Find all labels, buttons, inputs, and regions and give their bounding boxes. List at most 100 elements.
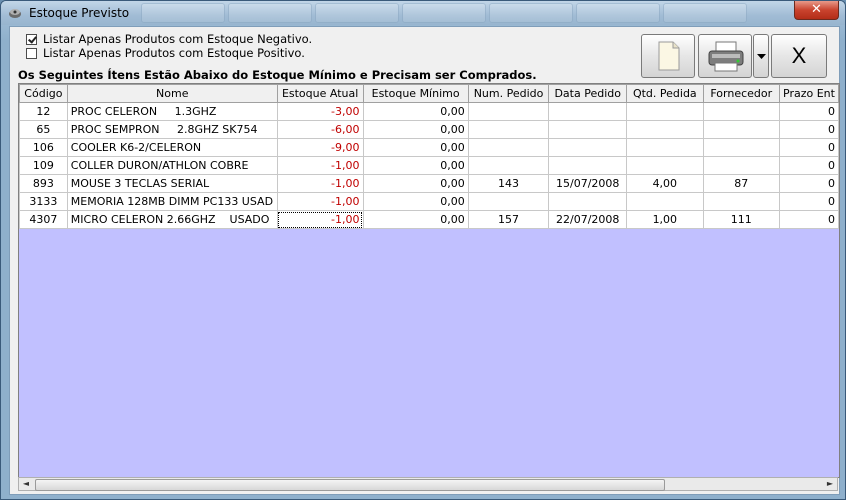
cell-data-pedido[interactable] — [548, 138, 628, 157]
window-title: Estoque Previsto — [29, 6, 130, 20]
cell-num-pedido[interactable]: 157 — [467, 210, 550, 229]
window: Estoque Previsto ✕ Listar Apenas Produto… — [0, 0, 846, 500]
table-row[interactable]: 4307 MICRO CELERON 2.66GHZ USADO -1,00 0… — [19, 210, 839, 229]
cell-num-pedido[interactable] — [467, 102, 550, 121]
cell-qtd-pedida[interactable]: 4,00 — [626, 174, 704, 193]
cell-codigo[interactable]: 109 — [19, 156, 68, 175]
column-header[interactable]: Prazo Ent — [778, 84, 839, 103]
cell-prazo-ent[interactable]: 0 — [778, 174, 839, 193]
cell-qtd-pedida[interactable]: 1,00 — [626, 210, 704, 229]
scroll-thumb[interactable] — [35, 479, 665, 491]
print-button[interactable] — [698, 34, 752, 78]
cell-prazo-ent[interactable]: 0 — [778, 192, 839, 211]
cell-estoque-minimo[interactable]: 0,00 — [362, 210, 469, 229]
cell-estoque-minimo[interactable]: 0,00 — [362, 102, 469, 121]
cell-data-pedido[interactable]: 15/07/2008 — [548, 174, 628, 193]
scroll-right-arrow[interactable]: ► — [823, 478, 837, 490]
cell-codigo[interactable]: 12 — [19, 102, 68, 121]
column-header[interactable]: Fornecedor — [702, 84, 780, 103]
negative-stock-checkbox[interactable] — [26, 33, 37, 45]
column-header[interactable]: Qtd. Pedida — [626, 84, 704, 103]
cell-estoque-atual[interactable]: -6,00 — [276, 120, 364, 139]
cell-estoque-minimo[interactable]: 0,00 — [362, 156, 469, 175]
column-header[interactable]: Nome — [66, 84, 278, 103]
cell-fornecedor[interactable] — [702, 138, 780, 157]
cell-nome[interactable]: COOLER K6-2/CELERON — [66, 138, 278, 157]
cell-num-pedido[interactable] — [467, 192, 550, 211]
cell-codigo[interactable]: 106 — [19, 138, 68, 157]
cell-nome[interactable]: MICRO CELERON 2.66GHZ USADO — [66, 210, 278, 229]
document-icon — [658, 41, 680, 71]
positive-stock-option[interactable]: Listar Apenas Produtos com Estoque Posit… — [26, 46, 305, 60]
cell-fornecedor[interactable] — [702, 102, 780, 121]
cell-qtd-pedida[interactable] — [626, 120, 704, 139]
cell-fornecedor[interactable] — [702, 192, 780, 211]
cell-nome[interactable]: MEMORIA 128MB DIMM PC133 USAD — [66, 192, 278, 211]
cell-codigo[interactable]: 3133 — [19, 192, 68, 211]
cell-data-pedido[interactable] — [548, 102, 628, 121]
cell-estoque-atual[interactable]: -1,00 — [276, 174, 364, 193]
table-row[interactable]: 12 PROC CELERON 1.3GHZ -3,00 0,00 0 — [19, 102, 839, 121]
cell-codigo[interactable]: 4307 — [19, 210, 68, 229]
cell-qtd-pedida[interactable] — [626, 102, 704, 121]
table-row[interactable]: 3133 MEMORIA 128MB DIMM PC133 USAD -1,00… — [19, 192, 839, 211]
cell-nome[interactable]: PROC SEMPRON 2.8GHZ SK754 — [66, 120, 278, 139]
cell-qtd-pedida[interactable] — [626, 138, 704, 157]
cell-num-pedido[interactable] — [467, 120, 550, 139]
cell-estoque-atual[interactable]: -9,00 — [276, 138, 364, 157]
table-row[interactable]: 109 COLLER DURON/ATHLON COBRE -1,00 0,00… — [19, 156, 839, 175]
printer-icon — [708, 41, 744, 72]
cell-fornecedor[interactable]: 111 — [702, 210, 780, 229]
scroll-left-arrow[interactable]: ◄ — [19, 478, 33, 490]
cell-estoque-atual[interactable]: -1,00 — [276, 192, 364, 211]
cell-qtd-pedida[interactable] — [626, 192, 704, 211]
column-header[interactable]: Código — [19, 84, 68, 103]
cell-qtd-pedida[interactable] — [626, 156, 704, 175]
column-header[interactable]: Estoque Atual — [276, 84, 364, 103]
cell-codigo[interactable]: 65 — [19, 120, 68, 139]
horizontal-scrollbar[interactable]: ◄ ► — [18, 477, 838, 491]
table-row[interactable]: 893 MOUSE 3 TECLAS SERIAL -1,00 0,00 143… — [19, 174, 839, 193]
new-document-button[interactable] — [641, 34, 695, 78]
negative-stock-option[interactable]: Listar Apenas Produtos com Estoque Negat… — [26, 32, 312, 46]
cell-data-pedido[interactable] — [548, 120, 628, 139]
table-row[interactable]: 65 PROC SEMPRON 2.8GHZ SK754 -6,00 0,00 … — [19, 120, 839, 139]
cell-data-pedido[interactable] — [548, 156, 628, 175]
cell-prazo-ent[interactable]: 0 — [778, 120, 839, 139]
cell-prazo-ent[interactable]: 0 — [778, 156, 839, 175]
cell-prazo-ent[interactable]: 0 — [778, 102, 839, 121]
cell-fornecedor[interactable]: 87 — [702, 174, 780, 193]
cell-data-pedido[interactable]: 22/07/2008 — [548, 210, 628, 229]
cell-num-pedido[interactable] — [467, 138, 550, 157]
cell-nome[interactable]: COLLER DURON/ATHLON COBRE — [66, 156, 278, 175]
cell-estoque-atual[interactable]: -1,00 — [276, 210, 364, 229]
cell-estoque-minimo[interactable]: 0,00 — [362, 192, 469, 211]
cell-data-pedido[interactable] — [548, 192, 628, 211]
cell-codigo[interactable]: 893 — [19, 174, 68, 193]
background-tab — [489, 3, 573, 23]
cell-estoque-atual[interactable]: -1,00 — [276, 156, 364, 175]
print-options-dropdown[interactable] — [753, 34, 769, 78]
title-bar[interactable]: Estoque Previsto ✕ — [1, 1, 845, 25]
cell-fornecedor[interactable] — [702, 120, 780, 139]
cell-estoque-atual[interactable]: -3,00 — [276, 102, 364, 121]
cell-estoque-minimo[interactable]: 0,00 — [362, 138, 469, 157]
cell-nome[interactable]: MOUSE 3 TECLAS SERIAL — [66, 174, 278, 193]
client-area: Listar Apenas Produtos com Estoque Negat… — [9, 26, 840, 495]
stock-grid[interactable]: Código Nome Estoque Atual Estoque Mínimo… — [18, 83, 840, 478]
cell-estoque-minimo[interactable]: 0,00 — [362, 120, 469, 139]
cell-num-pedido[interactable]: 143 — [467, 174, 550, 193]
window-close-button[interactable]: ✕ — [794, 1, 839, 20]
cell-fornecedor[interactable] — [702, 156, 780, 175]
column-header[interactable]: Data Pedido — [548, 84, 628, 103]
column-header[interactable]: Num. Pedido — [467, 84, 550, 103]
column-header[interactable]: Estoque Mínimo — [362, 84, 469, 103]
cell-nome[interactable]: PROC CELERON 1.3GHZ — [66, 102, 278, 121]
close-button[interactable]: X — [771, 34, 827, 78]
cell-estoque-minimo[interactable]: 0,00 — [362, 174, 469, 193]
table-row[interactable]: 106 COOLER K6-2/CELERON -9,00 0,00 0 — [19, 138, 839, 157]
cell-prazo-ent[interactable]: 0 — [778, 210, 839, 229]
cell-prazo-ent[interactable]: 0 — [778, 138, 839, 157]
positive-stock-checkbox[interactable] — [26, 47, 37, 59]
cell-num-pedido[interactable] — [467, 156, 550, 175]
